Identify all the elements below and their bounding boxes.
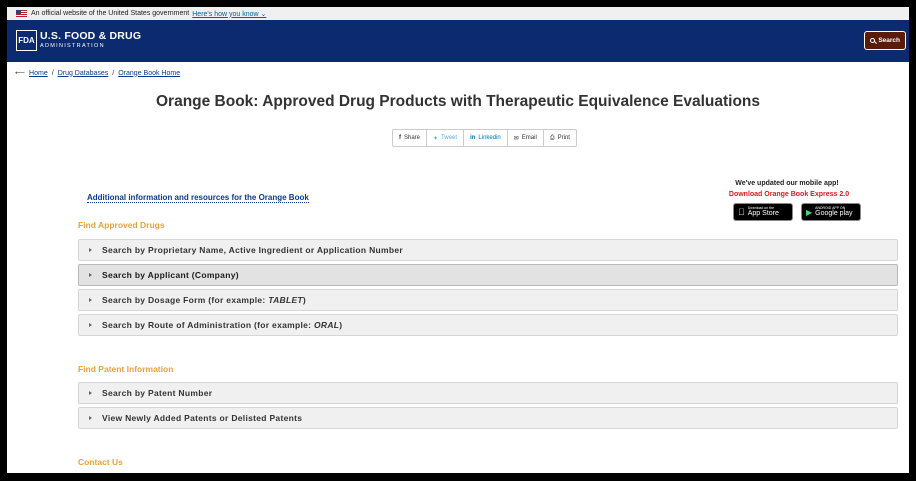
envelope-icon: ✉ [513,135,519,142]
gov-banner-link[interactable]: Here's how you know ⌄ [192,10,266,18]
caret-right-icon [89,248,92,252]
accordion-label: Search by Proprietary Name, Active Ingre… [102,245,403,255]
us-flag-icon [16,10,27,17]
app-store-badge[interactable]:  Download on the App Store [733,203,793,221]
caret-right-icon [89,391,92,395]
accordion-label-text: Search by Dosage Form (for example: [102,295,269,305]
fda-logo[interactable]: FDA [16,30,37,51]
breadcrumb-separator: / [112,69,115,77]
app-promo-headline: We've updated our mobile app! [735,180,839,187]
accordion-label-example: ORAL [313,320,340,330]
accordion-label-text: Search by Route of Administration (for e… [102,320,314,330]
facebook-icon: f [399,135,401,141]
apple-icon:  [738,207,745,217]
share-linkedin-label: Linkedin [478,135,501,141]
accordion-search-applicant[interactable]: Search by Applicant (Company) [78,264,898,286]
search-button[interactable]: Search [864,31,906,50]
share-facebook-button[interactable]: f Share [393,130,428,146]
site-header: FDA U.S. FOOD & DRUG ADMINISTRATION Sear… [7,20,909,62]
accordion-search-patent-number[interactable]: Search by Patent Number [78,382,898,404]
share-linkedin-button[interactable]: in Linkedin [464,130,508,146]
back-arrow-icon: ⟵ [15,70,26,77]
play-icon: ▶ [806,207,813,217]
site-subtitle: ADMINISTRATION [40,43,105,49]
share-email-label: Email [521,135,537,141]
app-store-big-text: App Store [741,210,779,217]
share-print-button[interactable]: ⎙ Print [544,130,576,146]
site-title[interactable]: U.S. FOOD & DRUG [40,30,141,42]
accordion-search-dosage-form[interactable]: Search by Dosage Form (for example: TABL… [78,289,898,311]
breadcrumb-drug-databases[interactable]: Drug Databases [58,70,109,77]
gov-banner: An official website of the United States… [7,7,909,20]
find-approved-drugs-heading: Find Approved Drugs [78,220,165,230]
accordion-label-suffix: ) [302,295,307,305]
accordion-label-example: TABLET [268,295,303,305]
breadcrumb-separator: / [51,69,54,77]
breadcrumb: ⟵ Home / Drug Databases / Orange Book Ho… [15,69,180,78]
accordion-new-delisted-patents[interactable]: View Newly Added Patents or Delisted Pat… [78,407,898,429]
breadcrumb-orange-book-home[interactable]: Orange Book Home [118,70,180,77]
contact-us-heading: Contact Us [78,457,123,467]
share-print-label: Print [557,135,570,141]
accordion-label: Search by Dosage Form (for example: TABL… [102,295,306,305]
twitter-icon: ✦ [433,135,439,142]
gov-banner-text: An official website of the United States… [31,10,190,17]
share-facebook-label: Share [404,135,421,141]
printer-icon: ⎙ [549,134,555,141]
accordion-search-route[interactable]: Search by Route of Administration (for e… [78,314,898,336]
caret-right-icon [89,273,92,277]
linkedin-icon: in [470,135,476,141]
share-bar: f Share ✦ Tweet in Linkedin ✉ Email ⎙ Pr… [392,129,577,147]
page-title: Orange Book: Approved Drug Products with… [155,93,761,110]
share-twitter-button[interactable]: ✦ Tweet [427,130,465,146]
accordion-label: Search by Applicant (Company) [102,270,239,280]
accordion-label: View Newly Added Patents or Delisted Pat… [102,413,303,423]
caret-right-icon [89,323,92,327]
accordion-label: Search by Patent Number [102,388,213,398]
accordion-label: Search by Route of Administration (for e… [102,320,342,330]
find-patent-information-heading: Find Patent Information [78,364,174,374]
browser-page: An official website of the United States… [7,7,909,473]
google-play-big-text: Google play [815,210,853,217]
search-icon [870,38,876,43]
share-twitter-label: Tweet [441,135,458,141]
share-email-button[interactable]: ✉ Email [508,130,544,146]
breadcrumb-home[interactable]: Home [29,70,48,77]
accordion-search-proprietary-name[interactable]: Search by Proprietary Name, Active Ingre… [78,239,898,261]
caret-right-icon [89,416,92,420]
google-play-text: ANDROID APP ON Google play [815,206,852,218]
app-store-text: Download on the App Store [748,206,779,218]
accordion-label-suffix: ) [339,320,343,330]
google-play-badge[interactable]: ▶ ANDROID APP ON Google play [801,203,861,221]
search-button-label: Search [878,37,900,44]
app-promo-link[interactable]: Download Orange Book Express 2.0 [719,191,859,198]
additional-info-link[interactable]: Additional information and resources for… [87,193,309,203]
caret-right-icon [89,298,92,302]
